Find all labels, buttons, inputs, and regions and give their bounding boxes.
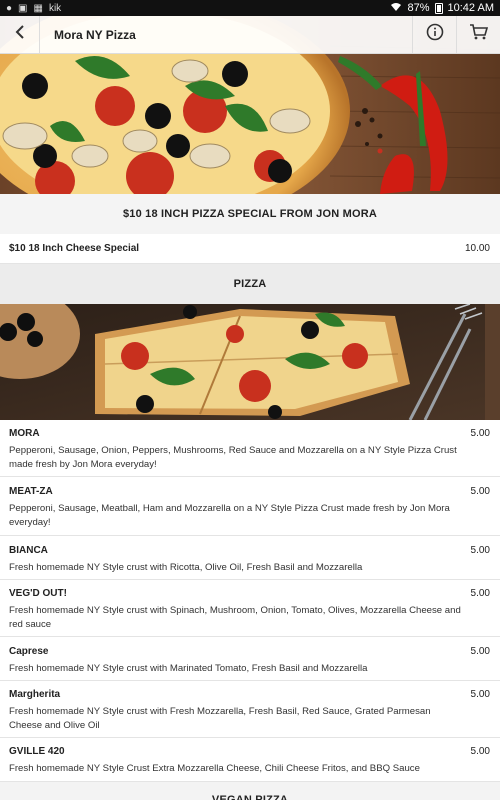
status-left-icons: ● ▣ ▦ kik (6, 3, 61, 14)
menu-item-description: Fresh homemade NY Style crust with Marin… (9, 663, 368, 674)
menu-item-description: Fresh homemade NY Style crust with Fresh… (9, 706, 431, 731)
menu-item-price: 5.00 (470, 746, 490, 757)
back-button[interactable] (0, 15, 40, 54)
menu-item-price: 5.00 (470, 428, 490, 439)
menu-item-price: 5.00 (470, 646, 490, 657)
kik-icon: kik (48, 2, 62, 14)
menu-item-description: Fresh homemade NY Style crust with Spina… (9, 605, 461, 630)
menu-item-price: 5.00 (470, 545, 490, 556)
menu-item-name: Margherita (9, 689, 61, 700)
notification-icon: ● (6, 2, 13, 14)
battery-percent: 87% (407, 2, 430, 14)
menu-item[interactable]: BIANCA 5.00 Fresh homemade NY Style crus… (0, 536, 500, 580)
wifi-icon (390, 2, 402, 15)
menu-item[interactable]: MORA 5.00 Pepperoni, Sausage, Onion, Pep… (0, 420, 500, 477)
menu-item-price: 5.00 (470, 689, 490, 700)
menu-item-description: Pepperoni, Sausage, Meatball, Ham and Mo… (9, 503, 450, 528)
menu-item[interactable]: Margherita 5.00 Fresh homemade NY Style … (0, 681, 500, 738)
menu-item-description: Fresh homemade NY Style Crust Extra Mozz… (9, 763, 420, 774)
menu-item[interactable]: Caprese 5.00 Fresh homemade NY Style cru… (0, 637, 500, 681)
image-icon: ▣ (18, 2, 28, 14)
menu-item-name: BIANCA (9, 545, 48, 556)
cart-button[interactable] (456, 15, 500, 54)
menu-item-price: 5.00 (470, 486, 490, 497)
status-bar: ● ▣ ▦ kik 87% 10:42 AM (0, 0, 500, 16)
cart-icon (469, 23, 489, 46)
section-header-vegan-pizza: VEGAN PIZZA (0, 782, 500, 800)
info-icon (426, 23, 444, 46)
grid-icon: ▦ (33, 2, 43, 14)
back-arrow-icon (14, 23, 26, 46)
clock: 10:42 AM (447, 2, 494, 14)
menu-item-description: Fresh homemade NY Style crust with Ricot… (9, 562, 363, 573)
info-button[interactable] (412, 15, 456, 54)
menu-item-name: MORA (9, 428, 40, 439)
menu-item-name: VEG'D OUT! (9, 588, 67, 599)
menu-item-price: 5.00 (470, 588, 490, 599)
battery-icon (434, 2, 443, 14)
app-bar: Mora NY Pizza (0, 15, 500, 54)
status-right: 87% 10:42 AM (390, 2, 494, 15)
menu-item-name: $10 18 Inch Cheese Special (9, 243, 140, 254)
menu-item[interactable]: MEAT-ZA 5.00 Pepperoni, Sausage, Meatbal… (0, 477, 500, 536)
menu-item-name: MEAT-ZA (9, 486, 53, 497)
page-title: Mora NY Pizza (54, 27, 136, 42)
menu-item-price: 10.00 (464, 243, 490, 254)
menu-item-description: Pepperoni, Sausage, Onion, Peppers, Mush… (9, 445, 457, 470)
menu-item[interactable]: VEG'D OUT! 5.00 Fresh homemade NY Style … (0, 580, 500, 637)
hero-pizza-board-image (0, 304, 500, 420)
menu-item-name: Caprese (9, 646, 49, 657)
menu-item-name: GVILLE 420 (9, 746, 65, 757)
menu-item[interactable]: GVILLE 420 5.00 Fresh homemade NY Style … (0, 738, 500, 782)
section-header-pizza: PIZZA (0, 264, 500, 304)
section-header-special: $10 18 INCH PIZZA SPECIAL FROM JON MORA (0, 194, 500, 234)
menu-item[interactable]: $10 18 Inch Cheese Special 10.00 (0, 234, 500, 264)
